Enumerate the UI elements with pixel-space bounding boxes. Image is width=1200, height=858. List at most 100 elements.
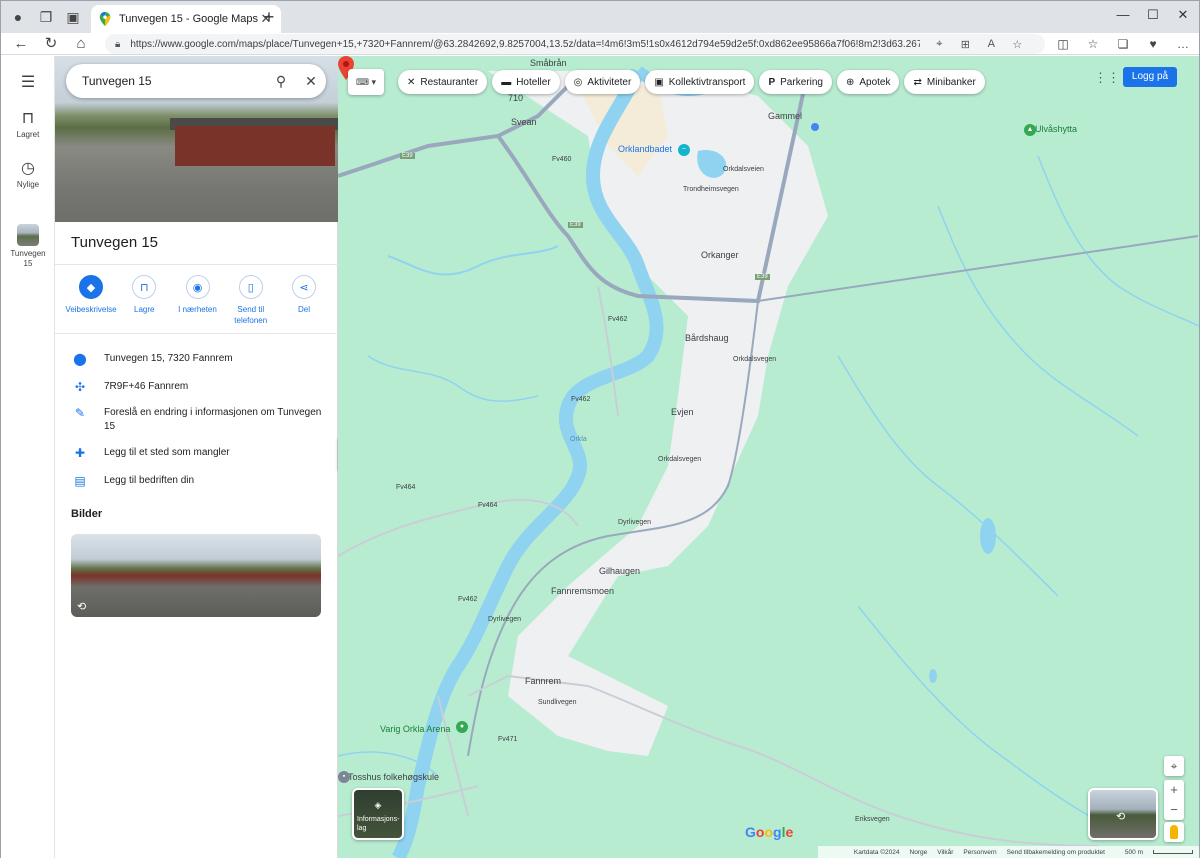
chip-parking[interactable]: P Parkering — [759, 70, 832, 94]
terms-link[interactable]: Vilkår — [937, 849, 953, 856]
keyboard-icon[interactable]: ⌨ ▾ — [348, 69, 384, 95]
street-view-photo[interactable]: ⟲ — [71, 534, 321, 617]
rail-item-place[interactable]: Tunvegen 15 — [1, 224, 55, 269]
plus-code-row[interactable]: ✣ 7R9F+46 Fannrem — [71, 380, 331, 394]
menu-button[interactable]: ☰ — [1, 72, 55, 92]
tab-actions-icon[interactable]: ▣ — [64, 8, 82, 26]
tab-google-maps[interactable]: Tunvegen 15 - Google Maps ✕ — [91, 5, 281, 33]
address-text[interactable]: Tunvegen 15, 7320 Fannrem — [104, 352, 331, 366]
directions-button[interactable]: ◆ Veibeskrivelse — [65, 275, 117, 326]
split-screen-icon[interactable]: ◫ — [1054, 35, 1072, 53]
address-row[interactable]: ⬤ Tunvegen 15, 7320 Fannrem — [71, 352, 331, 366]
map-google-logo-5: e — [785, 824, 794, 840]
street-view-thumbnail[interactable]: ⟲ — [1088, 788, 1158, 840]
path-10 — [857, 605, 1109, 827]
minimize-icon[interactable]: — — [1109, 5, 1137, 25]
chip-atm[interactable]: ⇄ Minibanker — [904, 70, 985, 94]
app-icon[interactable]: ⊞ — [958, 38, 972, 51]
collections-icon[interactable]: ❐ — [37, 8, 55, 26]
suggest-edit-row[interactable]: ✎ Foreslå en endring i informasjonen om … — [71, 406, 331, 434]
lock-icon[interactable]: 🔒︎ — [115, 39, 120, 50]
save-button[interactable]: ⊓ Lagre — [118, 275, 170, 326]
chip-hotels[interactable]: ▬ Hoteller — [492, 70, 560, 94]
home-icon[interactable]: ⌂ — [71, 34, 91, 54]
map-label: Orkdalsvegen — [658, 456, 702, 463]
address-bar[interactable]: 🔒︎ https://www.google.com/maps/place/Tun… — [105, 34, 1045, 54]
bookmark-icon[interactable]: ⊓ — [1, 108, 55, 128]
my-location-icon[interactable]: ⌖ — [1164, 756, 1184, 776]
location-icon[interactable]: ⌖ — [932, 38, 946, 51]
map-label: Sundlivegen — [538, 699, 577, 706]
collections-toolbar-icon[interactable]: ❏ — [1114, 35, 1132, 53]
map-label: Dyrlivegen — [618, 519, 652, 526]
bookmark-icon[interactable]: ⊓ — [132, 275, 157, 299]
close-icon[interactable]: ✕ — [296, 73, 326, 90]
read-aloud-icon[interactable]: A — [984, 38, 998, 50]
suggest-edit-text[interactable]: Foreslå en endring i informasjonen om Tu… — [104, 406, 331, 434]
chip-pharmacy[interactable]: ⊕ Apotek — [836, 70, 900, 94]
layers-button[interactable]: ◈ Informasjons-lag — [352, 788, 404, 840]
nearby-button[interactable]: ◉ I nærheten — [172, 275, 224, 326]
zoom-in-icon[interactable]: + — [1164, 780, 1184, 800]
search-input[interactable]: Tunvegen 15 — [82, 74, 266, 88]
map-label: Eriksvegen — [855, 816, 890, 823]
path-22 — [437, 695, 469, 817]
search-box[interactable]: Tunvegen 15 ⚲ ✕ — [66, 64, 326, 98]
privacy-link[interactable]: Personvern — [963, 849, 996, 856]
place-thumbnail[interactable] — [17, 224, 39, 246]
directions-icon[interactable]: ◆ — [79, 275, 103, 299]
map-canvas[interactable]: Svean Småbrån 710 Gammel Orklandbadet Ul… — [338, 56, 1199, 858]
hiking-icon[interactable]: ▲ — [1024, 124, 1036, 136]
action-label: Lagre — [134, 305, 155, 314]
map-footer: Kartdata ©2024 Norge Vilkår Personvern S… — [818, 846, 1199, 858]
share-icon[interactable]: ⋖ — [292, 275, 316, 299]
add-place-text[interactable]: Legg til et sted som mangler — [104, 446, 331, 460]
region-link[interactable]: Norge — [910, 849, 928, 856]
more-icon[interactable]: … — [1174, 35, 1192, 53]
plus-code-text[interactable]: 7R9F+46 Fannrem — [104, 380, 331, 394]
login-button[interactable]: Logg på — [1123, 67, 1177, 87]
maximize-icon[interactable]: ☐ — [1139, 5, 1167, 25]
apps-icon[interactable]: ⋮⋮⋮ — [1094, 70, 1133, 86]
path-8 — [937, 205, 1139, 437]
new-tab-icon[interactable]: + — [259, 7, 279, 28]
atm-icon: ⇄ — [913, 76, 922, 88]
stadium-icon[interactable]: ● — [456, 721, 468, 733]
path-9 — [1037, 155, 1199, 327]
pegman-icon[interactable] — [1164, 822, 1184, 842]
rail-item-recent[interactable]: ◷ Nylige — [1, 158, 55, 190]
search-icon[interactable]: ⚲ — [266, 73, 296, 90]
school-icon[interactable]: ▪ — [338, 771, 350, 783]
history-icon[interactable]: ◷ — [1, 158, 55, 178]
pool-icon[interactable]: ~ — [678, 144, 690, 156]
rail-item-saved[interactable]: ⊓ Lagret — [1, 108, 55, 140]
favorites-icon[interactable]: ☆ — [1084, 35, 1102, 53]
menu-icon[interactable]: ☰ — [1, 72, 55, 92]
map-label: Fv462 — [608, 316, 628, 323]
share-button[interactable]: ⋖ Del — [278, 275, 330, 326]
refresh-icon[interactable]: ↻ — [41, 34, 61, 54]
back-icon[interactable]: ← — [11, 34, 31, 54]
chip-restaurants[interactable]: ✕ Restauranter — [398, 70, 488, 94]
add-business-row[interactable]: ▤ Legg til bedriften din — [71, 474, 331, 488]
side-rail: ☰ ⊓ Lagret ◷ Nylige Tunvegen 15 — [1, 56, 55, 858]
send-to-phone-button[interactable]: ▯ Send til telefonen — [225, 275, 277, 326]
favorite-icon[interactable]: ☆ — [1010, 38, 1024, 51]
add-business-icon: ▤ — [74, 474, 86, 488]
nearby-icon[interactable]: ◉ — [185, 275, 210, 299]
add-place-row[interactable]: ✚ Legg til et sted som mangler — [71, 446, 331, 460]
feedback-link[interactable]: Send tilbakemelding om produktet — [1007, 849, 1105, 856]
extensions-icon[interactable]: ♥ — [1144, 35, 1162, 53]
address-toolbar: ← ↻ ⌂ 🔒︎ https://www.google.com/maps/pla… — [1, 33, 1199, 55]
send-to-phone-icon[interactable]: ▯ — [238, 275, 263, 299]
chip-activities[interactable]: ◎ Aktiviteter — [564, 70, 641, 94]
close-window-icon[interactable]: ✕ — [1169, 5, 1197, 25]
add-business-text[interactable]: Legg til bedriften din — [104, 474, 331, 488]
chip-transit[interactable]: ▣ Kollektivtransport — [645, 70, 755, 94]
zoom-out-icon[interactable]: − — [1164, 800, 1184, 820]
edit-icon: ✎ — [74, 406, 86, 420]
url-text[interactable]: https://www.google.com/maps/place/Tunveg… — [130, 39, 920, 50]
scale-label[interactable]: 500 m — [1115, 849, 1193, 856]
rail-item-label: Nylige — [16, 180, 40, 189]
profile-icon[interactable]: ● — [9, 8, 27, 26]
